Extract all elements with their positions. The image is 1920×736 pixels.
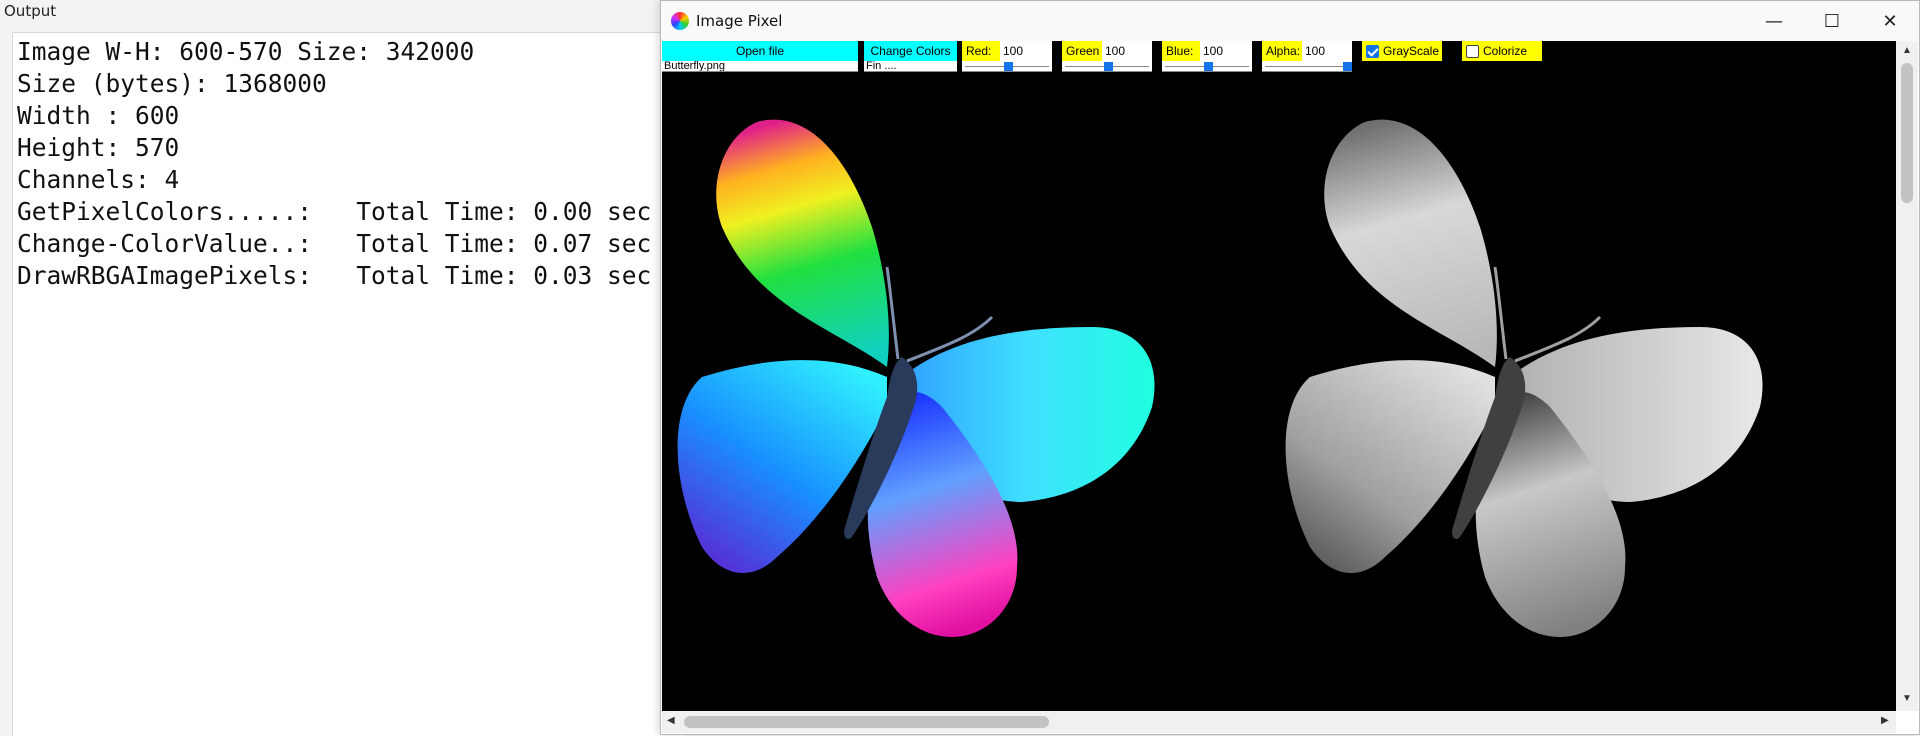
vertical-scrollbar[interactable]: ▲ ▼ [1896,41,1918,711]
scroll-right-icon[interactable]: ▶ [1881,715,1889,726]
alpha-value-input[interactable]: 100 [1302,41,1352,61]
blue-value-input[interactable]: 100 [1200,41,1252,61]
green-slider[interactable] [1062,61,1152,72]
output-line: Image W-H: 600-570 Size: 342000 [17,37,475,66]
title-bar[interactable]: Image Pixel — ☐ ✕ [661,1,1919,41]
green-slider-thumb[interactable] [1104,62,1113,71]
alpha-slider[interactable] [1262,61,1352,72]
output-line: Size (bytes): 1368000 [17,69,327,98]
output-line: Change-ColorValue..: Total Time: 0.07 se… [17,229,652,258]
image-pixel-window: Image Pixel — ☐ ✕ Open file Butterfly.pn… [660,0,1920,735]
green-label: Green [1062,41,1102,61]
red-slider[interactable] [962,61,1052,72]
minimize-button[interactable]: — [1745,1,1803,41]
red-label: Red: [962,41,1000,61]
vertical-scroll-thumb[interactable] [1901,63,1913,203]
scroll-down-icon[interactable]: ▼ [1902,693,1912,704]
open-file-button[interactable]: Open file [662,41,858,61]
output-line: DrawRBGAImagePixels: Total Time: 0.03 se… [17,261,652,290]
output-line: GetPixelColors.....: Total Time: 0.00 se… [17,197,652,226]
colorize-label: Colorize [1483,44,1528,58]
close-button[interactable]: ✕ [1861,1,1919,41]
blue-slider-thumb[interactable] [1204,62,1213,71]
maximize-button[interactable]: ☐ [1803,1,1861,41]
image-canvas[interactable]: Open file Butterfly.png Change Colors Fi… [662,41,1896,711]
scroll-left-icon[interactable]: ◀ [667,715,675,726]
alpha-label: Alpha: [1262,41,1302,61]
horizontal-scroll-thumb[interactable] [684,716,1049,728]
green-value-input[interactable]: 100 [1102,41,1152,61]
output-line: Channels: 4 [17,165,180,194]
butterfly-grayscale-image [1285,119,1763,637]
red-slider-thumb[interactable] [1004,62,1013,71]
file-name-field: Butterfly.png [662,61,858,72]
scroll-up-icon[interactable]: ▲ [1902,45,1912,56]
blue-label: Blue: [1162,41,1200,61]
alpha-slider-thumb[interactable] [1343,62,1352,71]
output-line: Height: 570 [17,133,180,162]
horizontal-scrollbar[interactable]: ◀ ▶ [662,711,1896,733]
grayscale-label: GrayScale [1383,44,1440,58]
grayscale-checkbox[interactable] [1366,45,1379,58]
window-title: Image Pixel [696,12,783,30]
red-value-input[interactable]: 100 [1000,41,1052,61]
colorize-checkbox[interactable] [1466,45,1479,58]
change-colors-button[interactable]: Change Colors [864,41,957,61]
output-pane[interactable]: Image W-H: 600-570 Size: 342000 Size (by… [12,32,683,736]
output-title: Output [4,2,57,20]
butterfly-color-image [677,119,1155,637]
color-wheel-icon [671,12,689,30]
status-field: Fin .... [864,61,957,72]
output-line: Width : 600 [17,101,180,130]
blue-slider[interactable] [1162,61,1252,72]
